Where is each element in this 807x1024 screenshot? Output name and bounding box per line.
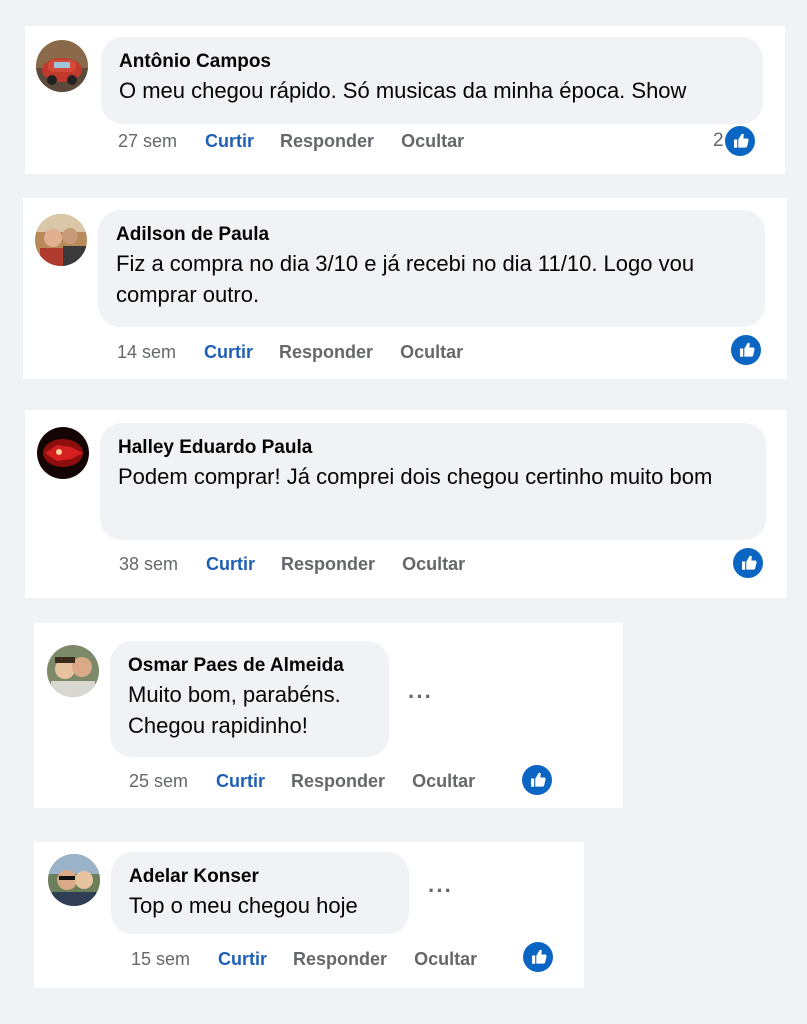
thumbs-up-icon xyxy=(523,942,553,972)
reaction-summary[interactable] xyxy=(522,765,552,795)
comment-card: Osmar Paes de Almeida Muito bom, parabén… xyxy=(34,623,623,808)
comment-text: Top o meu chegou hoje xyxy=(129,893,358,918)
like-button[interactable]: Curtir xyxy=(216,770,265,792)
like-button[interactable]: Curtir xyxy=(206,553,255,575)
comment-timestamp[interactable]: 27 sem xyxy=(118,130,177,152)
reply-button[interactable]: Responder xyxy=(291,770,385,792)
comment-author[interactable]: Adilson de Paula xyxy=(116,222,747,248)
reply-button[interactable]: Responder xyxy=(293,948,387,970)
thumbs-up-icon xyxy=(522,765,552,795)
comment-author[interactable]: Adelar Konser xyxy=(129,864,391,890)
reaction-summary[interactable] xyxy=(733,548,763,578)
comment-bubble: Adilson de Paula Fiz a compra no dia 3/1… xyxy=(98,210,765,327)
like-button[interactable]: Curtir xyxy=(204,341,253,363)
comment-card: Antônio Campos O meu chegou rápido. Só m… xyxy=(25,26,785,174)
hide-button[interactable]: Ocultar xyxy=(400,341,463,363)
reply-button[interactable]: Responder xyxy=(280,130,374,152)
hide-button[interactable]: Ocultar xyxy=(414,948,477,970)
more-options-icon[interactable]: ··· xyxy=(428,878,453,904)
hide-button[interactable]: Ocultar xyxy=(412,770,475,792)
comment-card: Halley Eduardo Paula Podem comprar! Já c… xyxy=(25,410,787,598)
reaction-count: 2 xyxy=(713,130,724,151)
reaction-summary[interactable]: 2 xyxy=(713,126,755,156)
comment-bubble: Halley Eduardo Paula Podem comprar! Já c… xyxy=(100,423,766,540)
comment-bubble: Antônio Campos O meu chegou rápido. Só m… xyxy=(101,37,763,124)
thumbs-up-icon xyxy=(725,126,755,156)
avatar[interactable] xyxy=(37,427,89,479)
avatar-image xyxy=(36,40,88,92)
like-button[interactable]: Curtir xyxy=(218,948,267,970)
avatar-image xyxy=(35,214,87,266)
comment-author[interactable]: Halley Eduardo Paula xyxy=(118,435,748,461)
like-button[interactable]: Curtir xyxy=(205,130,254,152)
hide-button[interactable]: Ocultar xyxy=(401,130,464,152)
avatar[interactable] xyxy=(48,854,100,906)
reaction-summary[interactable] xyxy=(523,942,553,972)
comment-author[interactable]: Antônio Campos xyxy=(119,49,745,75)
comment-timestamp[interactable]: 14 sem xyxy=(117,341,176,363)
comment-actions: 15 sem Curtir Responder Ocultar xyxy=(131,948,504,970)
avatar[interactable] xyxy=(47,645,99,697)
comment-author[interactable]: Osmar Paes de Almeida xyxy=(128,653,371,679)
avatar[interactable] xyxy=(36,40,88,92)
more-options-icon[interactable]: ··· xyxy=(408,684,433,710)
comment-bubble: Osmar Paes de Almeida Muito bom, parabén… xyxy=(110,641,389,757)
comment-text: Fiz a compra no dia 3/10 e já recebi no … xyxy=(116,251,695,307)
comment-bubble: Adelar Konser Top o meu chegou hoje xyxy=(111,852,409,934)
reaction-summary[interactable] xyxy=(731,335,761,365)
comment-text: O meu chegou rápido. Só musicas da minha… xyxy=(119,78,687,103)
comment-timestamp[interactable]: 15 sem xyxy=(131,948,190,970)
comment-text: Muito bom, parabéns. Chegou rapidinho! xyxy=(128,682,341,738)
avatar-image xyxy=(47,645,99,697)
avatar-image xyxy=(48,854,100,906)
avatar-image xyxy=(37,427,89,479)
comment-card: Adilson de Paula Fiz a compra no dia 3/1… xyxy=(23,198,787,379)
hide-button[interactable]: Ocultar xyxy=(402,553,465,575)
comment-actions: 38 sem Curtir Responder Ocultar xyxy=(119,553,492,575)
comment-actions: 27 sem Curtir Responder Ocultar xyxy=(118,130,491,152)
reply-button[interactable]: Responder xyxy=(281,553,375,575)
reply-button[interactable]: Responder xyxy=(279,341,373,363)
comment-card: Adelar Konser Top o meu chegou hoje ··· … xyxy=(34,842,584,988)
thumbs-up-icon xyxy=(731,335,761,365)
avatar[interactable] xyxy=(35,214,87,266)
comment-timestamp[interactable]: 38 sem xyxy=(119,553,178,575)
comment-actions: 14 sem Curtir Responder Ocultar xyxy=(117,341,490,363)
comment-actions: 25 sem Curtir Responder Ocultar xyxy=(129,770,502,792)
comment-timestamp[interactable]: 25 sem xyxy=(129,770,188,792)
thumbs-up-icon xyxy=(733,548,763,578)
comment-text: Podem comprar! Já comprei dois chegou ce… xyxy=(118,464,713,489)
